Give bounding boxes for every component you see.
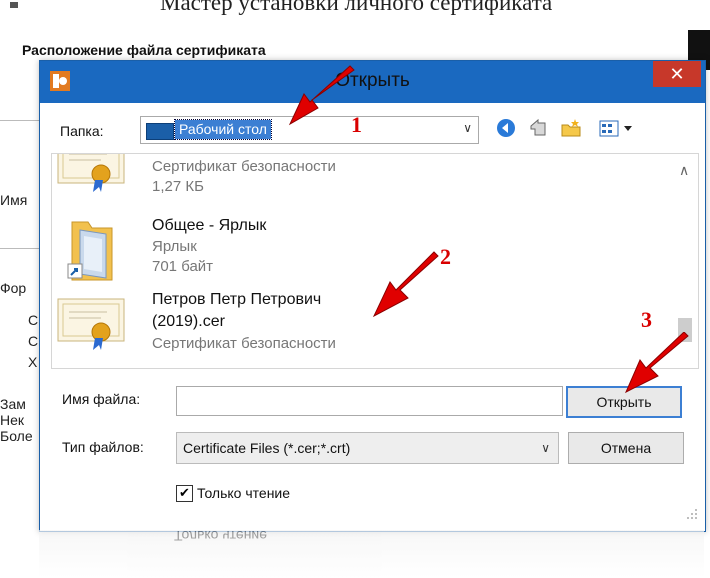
file-item[interactable]: Петров Петр Петрович (2019).cer Сертифик…	[52, 286, 652, 366]
folder-shortcut-icon	[67, 221, 113, 281]
annotation-arrow-3	[624, 332, 689, 394]
readonly-checkbox[interactable]: ✔	[176, 485, 193, 502]
wizard-divider	[0, 120, 42, 121]
wizard-note-line1: Зам	[0, 396, 26, 412]
wizard-corner-mark	[10, 2, 18, 8]
close-button[interactable]: ✕	[653, 61, 701, 87]
desktop-icon	[146, 123, 174, 140]
wizard-label-name: Имя	[0, 192, 28, 208]
wizard-label-x: Х	[28, 354, 38, 370]
file-item[interactable]: Сертификат безопасности 1,27 КБ	[52, 154, 652, 210]
readonly-label: Только чтение	[197, 485, 291, 501]
chevron-down-icon: ∨	[463, 121, 472, 135]
filetype-select[interactable]: Certificate Files (*.cer;*.crt) ∨	[176, 432, 559, 464]
new-folder-icon[interactable]	[560, 117, 582, 139]
cancel-button[interactable]: Отмена	[568, 432, 684, 464]
wizard-section-title: Расположение файла сертификата	[22, 42, 266, 58]
dialog-title: Открыть	[335, 70, 410, 91]
folder-label: Папка:	[60, 123, 104, 139]
resize-grip-icon[interactable]	[685, 507, 699, 521]
reflection-text: Только чтение	[174, 530, 268, 544]
file-size: 1,27 КБ	[152, 178, 204, 195]
folder-value: Рабочий стол	[174, 119, 272, 140]
filename-input[interactable]	[176, 386, 563, 416]
wizard-label-c2: С	[28, 333, 39, 349]
annotation-number-1: 1	[351, 112, 362, 137]
file-name: Общее - Ярлык	[152, 217, 267, 234]
scroll-up-icon[interactable]: ∧	[679, 162, 689, 179]
annotation-arrow-2	[372, 251, 439, 318]
file-type: Сертификат безопасности	[152, 335, 336, 352]
file-item[interactable]: Общее - Ярлык Ярлык 701 байт	[52, 210, 652, 282]
file-name-line2: (2019).cer	[152, 313, 225, 330]
back-icon[interactable]	[495, 117, 517, 139]
file-size: 701 байт	[152, 258, 214, 275]
annotation-number-2: 2	[440, 244, 451, 269]
wizard-note-line3: Боле	[0, 428, 33, 444]
annotation-number-3: 3	[641, 307, 652, 332]
chevron-down-icon: ∨	[541, 441, 550, 455]
wizard-divider	[0, 248, 42, 249]
wizard-label-c1: С	[28, 312, 39, 328]
filetype-label: Тип файлов:	[62, 439, 144, 455]
wizard-title: Мастер установки личного сертификата	[160, 0, 553, 15]
dialog-reflection: Только чтение	[39, 530, 704, 578]
file-type: Ярлык	[152, 238, 197, 255]
file-name: Петров Петр Петрович	[152, 291, 322, 308]
dialog-titlebar[interactable]: Открыть ✕	[40, 61, 705, 103]
up-folder-icon[interactable]	[527, 117, 549, 139]
view-menu-icon[interactable]	[598, 117, 638, 139]
annotation-arrow-1	[288, 65, 355, 126]
filename-label: Имя файла:	[62, 391, 141, 407]
file-type: Сертификат безопасности	[152, 158, 336, 175]
filetype-value: Certificate Files (*.cer;*.crt)	[183, 440, 351, 456]
wizard-label-format: Фор	[0, 280, 27, 296]
certificate-icon	[57, 154, 125, 192]
wizard-note-line2: Нек	[0, 412, 25, 428]
certificate-icon	[57, 298, 125, 350]
